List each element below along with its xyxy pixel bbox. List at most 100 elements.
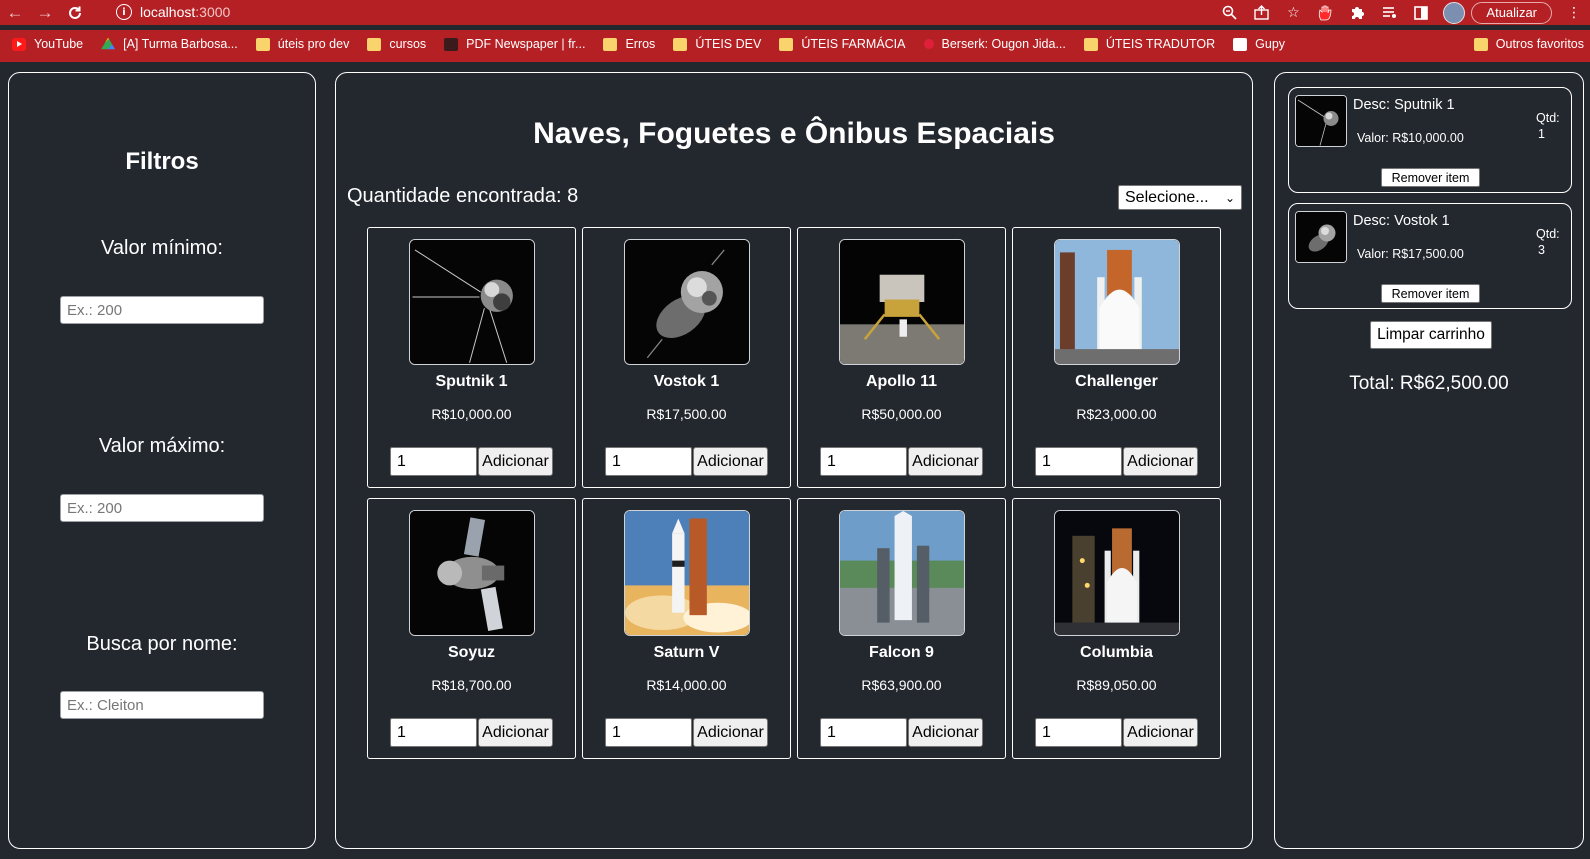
cart-total: Total: R$62,500.00 [1349,373,1509,394]
remove-item-button[interactable]: Remover item [1381,284,1480,303]
product-image-columbia [1054,510,1180,636]
product-price: R$89,050.00 [1076,677,1157,693]
product-quantity-input[interactable] [390,447,477,476]
product-name: Apollo 11 [865,373,938,390]
product-image-challenger [1054,239,1180,365]
min-value-input[interactable] [60,296,264,324]
extensions-puzzle-icon[interactable] [1341,0,1373,25]
bookmark-uteis-tradutor[interactable]: ÚTEIS TRADUTOR [1083,33,1215,55]
sort-select[interactable]: Selecione... ⌄ [1118,185,1242,210]
bookmark-berserk[interactable]: Berserk: Ougon Jida... [923,33,1066,55]
cart-item-qty-label: Qtd: [1536,111,1560,125]
product-name: Columbia [1080,644,1153,661]
address-bar[interactable]: i localhost:3000 [106,1,1266,23]
bookmarks-bar: YouTube [A] Turma Barbosa... úteis pro d… [0,30,1590,58]
chevron-down-icon: ⌄ [1224,190,1235,205]
product-name: Falcon 9 [869,644,934,661]
gupy-icon [1233,37,1248,51]
forward-arrow-icon[interactable]: → [30,0,60,25]
product-card: Columbia R$89,050.00 Adicionar [1012,498,1221,759]
product-quantity-input[interactable] [390,718,477,747]
bookmark-gupy[interactable]: Gupy [1233,33,1285,55]
max-value-input[interactable] [60,494,264,522]
product-name: Sputnik 1 [435,373,508,390]
extension-hand-icon[interactable] [1309,0,1341,25]
filters-title: Filtros [125,148,199,175]
bookmark-uteis-dev[interactable]: ÚTEIS DEV [673,33,761,55]
side-panel-icon[interactable] [1405,0,1437,25]
add-to-cart-button[interactable]: Adicionar [908,447,983,476]
bookmark-cursos[interactable]: cursos [367,33,426,55]
product-card: Sputnik 1 R$10,000.00 Adicionar [367,227,576,488]
product-quantity-input[interactable] [820,447,907,476]
bookmark-erros[interactable]: Erros [603,33,655,55]
folder-icon [1083,37,1098,51]
profile-avatar[interactable] [1443,1,1466,24]
product-card: Soyuz R$18,700.00 Adicionar [367,498,576,759]
filters-panel: Filtros Valor mínimo: Valor máximo: Busc… [8,72,316,849]
add-to-cart-button[interactable]: Adicionar [693,447,768,476]
reload-icon[interactable] [60,0,90,25]
product-card: Vostok 1 R$17,500.00 Adicionar [582,227,791,488]
cart-item-qty-label: Qtd: [1536,227,1560,241]
product-quantity-input[interactable] [605,447,692,476]
bookmark-uteis-pro-dev[interactable]: úteis pro dev [255,33,349,55]
browser-toolbar: ← → i localhost:3000 ☆ Atualizar ⋮ [0,0,1590,25]
add-to-cart-button[interactable]: Adicionar [908,718,983,747]
bookmark-turma-barbosa[interactable]: [A] Turma Barbosa... [101,33,238,55]
product-quantity-input[interactable] [1035,718,1122,747]
update-button[interactable]: Atualizar [1471,1,1552,24]
page-title: Naves, Foguetes e Ônibus Espaciais [533,117,1055,150]
back-arrow-icon[interactable]: ← [0,0,30,25]
bookmark-uteis-farmacia[interactable]: ÚTEIS FARMÁCIA [779,33,906,55]
drive-icon [101,37,116,50]
folder-icon [255,37,270,51]
product-price: R$18,700.00 [431,677,512,693]
search-name-input[interactable] [60,691,264,719]
menu-kebab-icon[interactable]: ⋮ [1558,0,1590,25]
cart-item-value: Valor: R$10,000.00 [1357,131,1464,145]
bookmark-youtube[interactable]: YouTube [12,33,83,55]
bookmark-pdf-newspaper[interactable]: PDF Newspaper | fr... [444,33,585,55]
product-name: Challenger [1075,373,1158,390]
product-image-sputnik [409,239,535,365]
cart-item: Desc: Vostok 1 Valor: R$17,500.00 Qtd: 3… [1288,203,1572,309]
berserk-icon [923,39,934,49]
remove-item-button[interactable]: Remover item [1381,168,1480,187]
sort-select-value: Selecione... [1125,188,1209,206]
cart-item-value: Valor: R$17,500.00 [1357,247,1464,261]
search-name-label: Busca por nome: [86,633,238,655]
add-to-cart-button[interactable]: Adicionar [478,447,553,476]
product-quantity-input[interactable] [820,718,907,747]
products-panel: Naves, Foguetes e Ônibus Espaciais Quant… [335,72,1253,849]
products-grid: Sputnik 1 R$10,000.00 Adicionar Vostok 1… [367,227,1225,759]
bookmark-other-favorites[interactable]: Outros favoritos [1473,33,1584,55]
product-image-apollo [839,239,965,365]
folder-icon [779,37,794,51]
toolbar-divider [0,58,1590,62]
product-price: R$17,500.00 [646,406,727,422]
product-image-vostok [624,239,750,365]
product-card: Saturn V R$14,000.00 Adicionar [582,498,791,759]
product-card: Challenger R$23,000.00 Adicionar [1012,227,1221,488]
site-info-icon[interactable]: i [116,4,132,20]
product-quantity-input[interactable] [605,718,692,747]
folder-icon [603,37,618,51]
zoom-icon[interactable] [1213,0,1245,25]
cart-item-image-vostok [1295,211,1347,263]
cart-item-image-sputnik [1295,95,1347,147]
product-quantity-input[interactable] [1035,447,1122,476]
add-to-cart-button[interactable]: Adicionar [1123,447,1198,476]
share-icon[interactable] [1245,0,1277,25]
add-to-cart-button[interactable]: Adicionar [1123,718,1198,747]
product-price: R$10,000.00 [431,406,512,422]
reading-list-icon[interactable] [1373,0,1405,25]
product-image-falcon [839,510,965,636]
add-to-cart-button[interactable]: Adicionar [693,718,768,747]
cart-item-qty-value: 3 [1538,243,1545,257]
clear-cart-button[interactable]: Limpar carrinho [1370,321,1492,349]
product-name: Vostok 1 [653,373,720,390]
bookmark-star-icon[interactable]: ☆ [1277,0,1309,25]
quantity-found: Quantidade encontrada: 8 [347,185,579,207]
add-to-cart-button[interactable]: Adicionar [478,718,553,747]
